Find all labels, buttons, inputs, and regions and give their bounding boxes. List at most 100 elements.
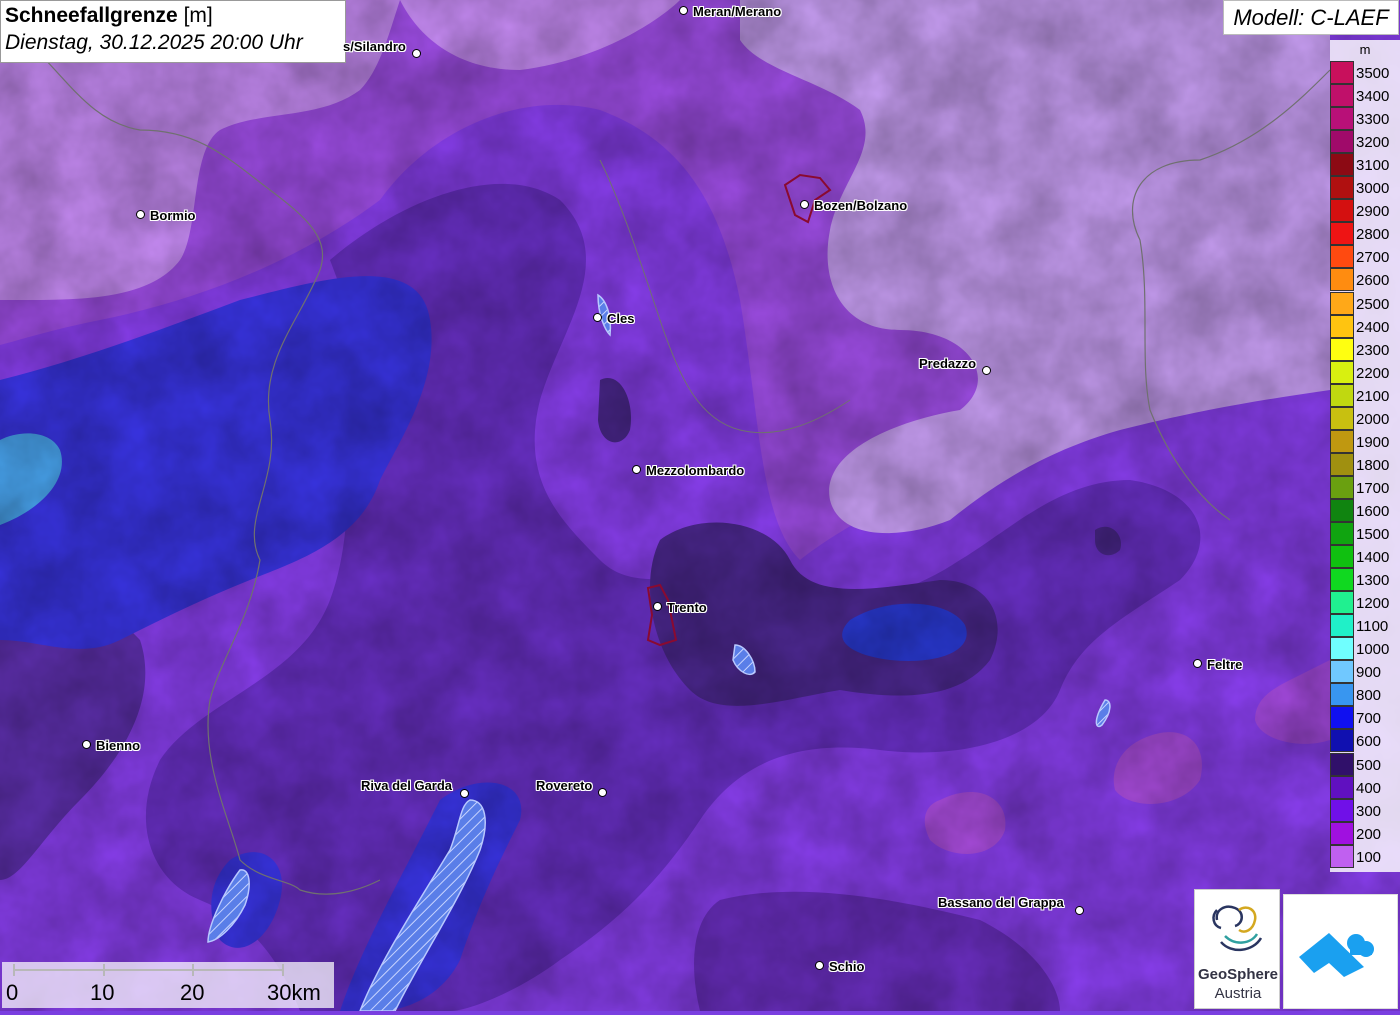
city-marker-feltre[interactable]	[1193, 659, 1202, 668]
city-marker-predazzo[interactable]	[982, 366, 991, 375]
legend-swatch-2900	[1330, 199, 1354, 223]
legend-swatch-500	[1330, 752, 1354, 776]
geosphere-logo[interactable]: GeoSphere Austria	[1194, 889, 1280, 1009]
legend-swatch-3300	[1330, 107, 1354, 131]
city-label-mezzolombardo: Mezzolombardo	[646, 463, 745, 478]
legend-label-1200: 1200	[1356, 595, 1390, 613]
legend-swatch-2200	[1330, 360, 1354, 384]
legend-swatch-3400	[1330, 84, 1354, 108]
city-label-meran-merano: Meran/Merano	[693, 4, 782, 19]
legend-label-2900: 2900	[1356, 203, 1390, 221]
title-unit: [m]	[183, 4, 213, 27]
legend-swatch-900	[1330, 660, 1354, 684]
city-marker-schio[interactable]	[815, 961, 824, 970]
legend-label-2600: 2600	[1356, 272, 1390, 290]
legend-label-3500: 3500	[1356, 65, 1390, 82]
legend-label-3000: 3000	[1356, 180, 1390, 198]
geosphere-emblem-icon	[1212, 905, 1263, 951]
legend-swatch-1600	[1330, 498, 1354, 522]
legend-swatch-3200	[1330, 130, 1354, 154]
legend-swatch-2800	[1330, 222, 1354, 246]
legend-swatch-3100	[1330, 153, 1354, 177]
map-title-box: Schneefallgrenze [m] Dienstag, 30.12.202…	[0, 0, 346, 63]
city-marker-bozen-bolzano[interactable]	[800, 200, 809, 209]
legend-swatch-2600	[1330, 268, 1354, 292]
legend-label-1300: 1300	[1356, 572, 1390, 590]
city-marker-meran-merano[interactable]	[679, 6, 688, 15]
city-label-bormio: Bormio	[150, 208, 196, 223]
legend-label-1800: 1800	[1356, 456, 1390, 474]
legend-label-1700: 1700	[1356, 479, 1390, 497]
city-marker-bassano-del-grappa[interactable]	[1075, 906, 1084, 915]
app-mountain-cloud-icon	[1299, 933, 1374, 977]
legend-swatch-1200	[1330, 591, 1354, 615]
legend-label-2500: 2500	[1356, 295, 1390, 313]
legend-swatch-1900	[1330, 429, 1354, 453]
city-label-bienno: Bienno	[96, 738, 141, 753]
city-marker-mezzolombardo[interactable]	[632, 465, 641, 474]
city-marker-trento[interactable]	[653, 602, 662, 611]
city-marker-cles[interactable]	[593, 313, 602, 322]
city-label-trento: Trento	[667, 600, 707, 615]
legend-swatch-3000	[1330, 176, 1354, 200]
legend-label-600: 600	[1356, 733, 1382, 751]
legend-swatch-2100	[1330, 383, 1354, 407]
legend-label-2700: 2700	[1356, 249, 1390, 267]
legend-label-1000: 1000	[1356, 641, 1390, 659]
legend-label-1600: 1600	[1356, 502, 1390, 520]
legend-swatch-300	[1330, 798, 1354, 822]
legend-swatch-400	[1330, 775, 1354, 799]
legend-swatch-600	[1330, 729, 1354, 753]
city-label-bassano-del-grappa: Bassano del Grappa	[938, 895, 1064, 910]
city-marker-s-silandro[interactable]	[412, 49, 421, 58]
legend-label-3300: 3300	[1356, 111, 1390, 129]
legend-label-700: 700	[1356, 710, 1382, 728]
legend-label-100: 100	[1356, 848, 1382, 866]
geosphere-text-2: Austria	[1214, 985, 1262, 1002]
scale-label-20: 20	[180, 980, 205, 1005]
city-marker-rovereto[interactable]	[598, 788, 607, 797]
legend-label-500: 500	[1356, 756, 1382, 774]
scale-bar: 0 10 20 30km	[2, 962, 334, 1008]
legend-label-2000: 2000	[1356, 410, 1390, 428]
legend-swatch-1400	[1330, 545, 1354, 569]
legend-swatch-1300	[1330, 568, 1354, 592]
legend-swatch-2300	[1330, 337, 1354, 361]
legend-label-1500: 1500	[1356, 526, 1390, 543]
city-marker-bienno[interactable]	[82, 740, 91, 749]
map-date: Dienstag, 30.12.2025 20:00 Uhr	[5, 31, 303, 54]
legend-label-1900: 1900	[1356, 433, 1390, 451]
legend-swatch-2700	[1330, 245, 1354, 269]
legend-label-400: 400	[1356, 779, 1382, 797]
legend-unit: m	[1359, 42, 1371, 57]
legend-swatch-2400	[1330, 314, 1354, 338]
legend-swatch-1700	[1330, 475, 1354, 499]
legend-swatch-800	[1330, 683, 1354, 707]
legend-label-3200: 3200	[1356, 134, 1390, 152]
legend-label-2200: 2200	[1356, 364, 1390, 382]
legend-label-2400: 2400	[1356, 318, 1390, 336]
geosphere-text-1: GeoSphere	[1197, 966, 1279, 983]
legend-swatch-1500	[1330, 522, 1354, 545]
map-title: Schneefallgrenze [m]	[5, 3, 341, 29]
title-text: Schneefallgrenze	[5, 4, 178, 27]
legend-label-2100: 2100	[1356, 387, 1390, 405]
legend-label-200: 200	[1356, 825, 1382, 843]
terrain-relief	[0, 0, 1400, 1011]
app-logo[interactable]	[1283, 894, 1398, 1009]
legend-label-900: 900	[1356, 664, 1382, 682]
city-label-rovereto: Rovereto	[536, 778, 593, 793]
city-label-predazzo: Predazzo	[919, 356, 977, 371]
city-marker-riva-del-garda[interactable]	[460, 789, 469, 798]
legend-label-800: 800	[1356, 687, 1382, 705]
scale-label-10: 10	[90, 980, 115, 1005]
legend-swatch-1800	[1330, 452, 1354, 476]
city-label-feltre: Feltre	[1207, 657, 1243, 672]
scale-label-30km: 30km	[267, 980, 321, 1005]
city-label-cles: Cles	[607, 311, 635, 326]
legend-label-3400: 3400	[1356, 88, 1390, 106]
city-marker-bormio[interactable]	[136, 210, 145, 219]
city-label-bozen-bolzano: Bozen/Bolzano	[814, 198, 908, 213]
legend-swatch-200	[1330, 821, 1354, 845]
snowline-map[interactable]	[0, 0, 1400, 1011]
